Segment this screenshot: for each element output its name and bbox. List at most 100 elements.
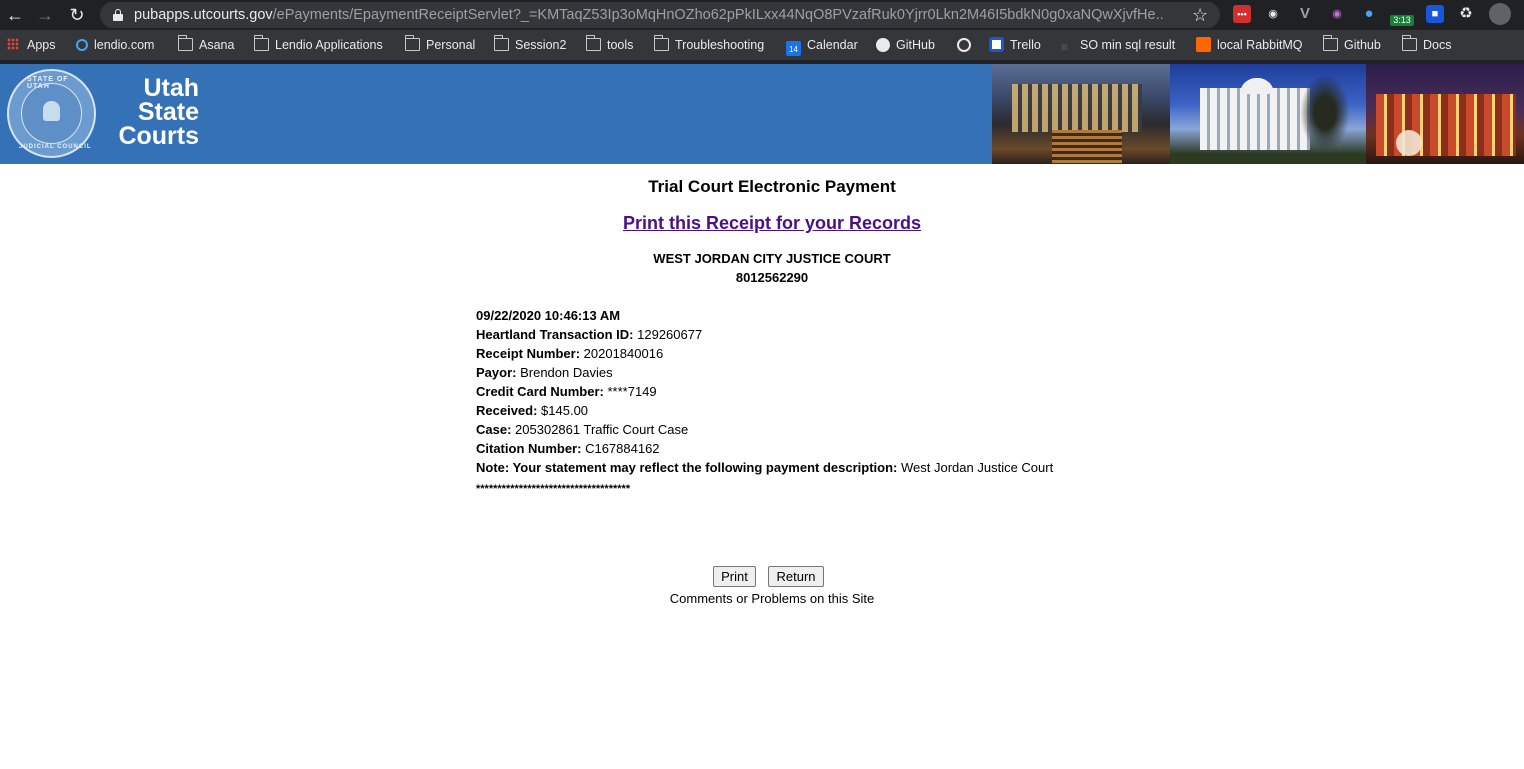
bookmarks-bar: Apps lendio.com Asana Lendio Application… [0,30,1524,60]
utah-state-courts-logo[interactable]: Utah State Courts [103,76,199,150]
courthouse-photo-2 [1170,64,1366,164]
bookmark-tools[interactable]: tools [585,35,634,53]
folder-icon [404,35,420,51]
utah-judicial-council-seal[interactable]: STATE OF UTAH JUDICIAL COUNCIL [7,69,96,158]
bookmark-apps[interactable]: Apps [7,37,56,53]
bookmark-label: Lendio Applications [275,38,383,52]
globe-icon [957,38,971,52]
rabbitmq-icon [1196,37,1211,52]
detail-label: Credit Card Number: [476,384,604,399]
vue-devtools-icon[interactable]: V [1296,5,1314,23]
user-extension-icon[interactable]: ◉ [1264,5,1282,23]
bookmark-label: Github [1344,38,1381,52]
trello-icon [989,37,1004,52]
url-host: pubapps.utcourts.gov [134,7,273,23]
puzzle-extensions-icon[interactable]: ♻ [1457,5,1475,23]
detail-value: 20201840016 [583,346,664,361]
bookmark-calendar[interactable]: 14 Calendar [786,37,858,56]
bookmark-label: tools [607,38,634,52]
bookmark-label: SO min sql result [1080,38,1176,52]
calendar-icon: 14 [786,41,801,56]
bookmark-lendio[interactable]: lendio.com [76,37,154,53]
detail-row-transaction-id: Heartland Transaction ID: 129260677 [476,325,1176,344]
folder-icon [253,35,269,51]
bookmark-label: Docs [1423,38,1452,52]
bookmark-troubleshooting[interactable]: Troubleshooting [653,35,764,53]
bookmark-local-rabbitmq[interactable]: local RabbitMQ [1196,37,1302,53]
bookmark-session2[interactable]: Session2 [493,35,566,53]
bookmark-label: Trello [1010,38,1041,52]
detail-label: Case: [476,422,512,437]
bookmark-label: Calendar [807,38,858,52]
court-phone: 8012562290 [735,270,809,285]
detail-value: ****7149 [607,384,657,399]
brand-line-3: Courts [118,122,199,150]
timer-extension-icon[interactable]: 3:13 [1390,5,1414,26]
bookmark-label: Apps [27,38,56,52]
detail-label: Payor: [476,365,517,380]
lastpass-extension-icon[interactable]: ••• [1233,5,1251,23]
detail-label: Note: Your statement may reflect the fol… [476,460,898,475]
chat-bubble-extension-icon[interactable]: ● [1360,5,1378,23]
print-receipt-link-container: Print this Receipt for your Records [0,212,1524,234]
bookmark-label: local RabbitMQ [1217,38,1303,52]
back-arrow-icon[interactable]: ← [3,3,27,27]
court-name: WEST JORDAN CITY JUSTICE COURT [653,251,891,266]
receipt-details: 09/22/2020 10:46:13 AM Heartland Transac… [476,306,1176,496]
detail-value: 205302861 Traffic Court Case [515,422,689,437]
folder-icon [1322,35,1338,51]
lock-icon[interactable] [113,9,123,21]
stackoverflow-icon: ≡ [1061,40,1069,54]
bookmark-star-icon[interactable]: ☆ [1192,3,1208,27]
detail-row-received: Received: $145.00 [476,401,1176,420]
detail-label: Heartland Transaction ID: [476,327,634,342]
bookmark-label: Personal [426,38,476,52]
detail-row-payor: Payor: Brendon Davies [476,363,1176,382]
page-title: Trial Court Electronic Payment [648,177,896,196]
detail-label: Receipt Number: [476,346,581,361]
separator-stars: ************************************ [476,483,631,495]
detail-row-payment-note: Note: Your statement may reflect the fol… [476,458,1176,477]
folder-icon [585,35,601,51]
courthouse-photo-1 [992,64,1170,164]
print-receipt-link[interactable]: Print this Receipt for your Records [623,213,921,233]
brand-line-2: State [137,98,199,126]
bookmark-lendio-applications[interactable]: Lendio Applications [253,35,383,53]
courthouse-photo-3 [1366,64,1524,164]
detail-value: West Jordan Justice Court [901,460,1054,475]
owl-extension-icon[interactable]: ◉ [1328,5,1346,23]
bookmark-github-folder[interactable]: Github [1322,35,1381,53]
detail-value: 129260677 [637,327,703,342]
trello-extension-icon[interactable]: ■ [1426,5,1444,23]
bookmark-personal[interactable]: Personal [404,35,476,53]
forward-arrow-icon[interactable]: → [33,3,57,27]
bookmark-so-min-sql-result[interactable]: ≡ SO min sql result [1061,37,1176,54]
bookmark-asana[interactable]: Asana [177,35,235,53]
comments-link[interactable]: Comments or Problems on this Site [0,591,1524,606]
bookmark-docs[interactable]: Docs [1401,35,1452,53]
lendio-icon [76,39,88,51]
bookmark-github[interactable]: GitHub [876,37,935,53]
address-bar[interactable]: pubapps.utcourts.gov/ePayments/EpaymentR… [100,2,1220,28]
detail-row-credit-card: Credit Card Number: ****7149 [476,382,1176,401]
profile-avatar-icon[interactable] [1489,3,1511,25]
url-text[interactable]: pubapps.utcourts.gov/ePayments/EpaymentR… [134,6,1164,24]
browser-toolbar: ← → ↻ pubapps.utcourts.gov/ePayments/Epa… [0,0,1524,30]
apps-grid-icon [7,38,19,50]
print-button[interactable]: Print [713,566,756,587]
seal-bottom-text: JUDICIAL COUNCIL [19,144,92,150]
bookmark-trello[interactable]: Trello [989,37,1041,53]
reload-icon[interactable]: ↻ [65,3,89,27]
folder-icon [177,35,193,51]
detail-row-receipt-number: Receipt Number: 20201840016 [476,344,1176,363]
bookmark-globe[interactable] [957,37,977,53]
timer-extension-badge: 3:13 [1390,15,1414,26]
courthouse-photos-banner [992,64,1524,164]
return-button[interactable]: Return [768,566,824,587]
bookmark-label: lendio.com [94,38,155,52]
seal-top-text: STATE OF UTAH [27,76,69,90]
url-path: /ePayments/EpaymentReceiptServlet?_=KMTa… [272,7,1164,23]
detail-row-citation-number: Citation Number: C167884162 [476,439,1176,458]
folder-icon [493,35,509,51]
bookmark-label: Asana [199,38,235,52]
